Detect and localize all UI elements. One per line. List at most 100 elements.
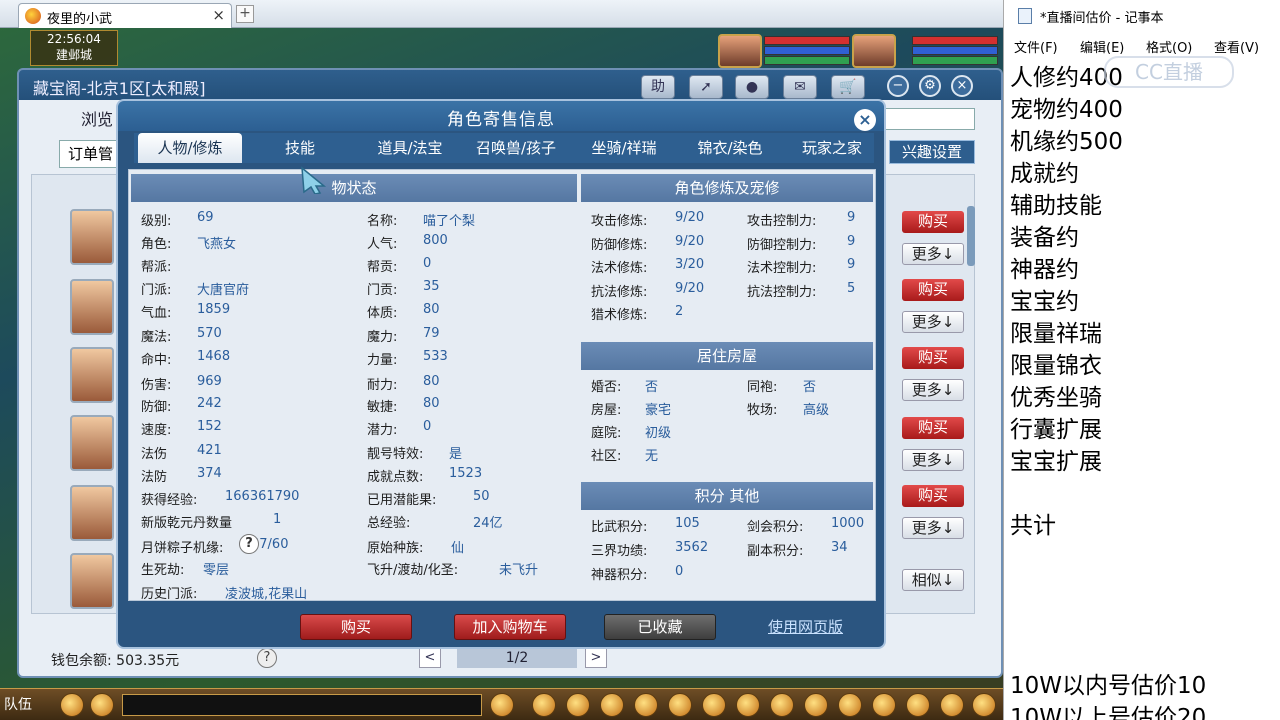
field-value: 79 <box>423 326 440 341</box>
notepad-title-bar: *直播间估价 - 记事本 <box>1004 0 1280 30</box>
scroll-icon[interactable] <box>736 693 760 717</box>
buy-button[interactable]: 购买 <box>902 347 964 369</box>
pet-portrait[interactable] <box>852 34 896 68</box>
buy-button[interactable]: 购买 <box>902 417 964 439</box>
menu-view[interactable]: 查看(V) <box>1214 37 1259 56</box>
chat-icon[interactable]: ✉ <box>783 75 817 99</box>
pet-mp-bar <box>912 46 998 55</box>
buy-button[interactable]: 购买 <box>902 279 964 301</box>
skill-icon[interactable] <box>668 693 692 717</box>
menu-format[interactable]: 格式(O) <box>1146 37 1192 56</box>
field-label: 法防 <box>141 470 168 485</box>
field-value: 3562 <box>675 540 709 555</box>
prev-page-icon[interactable]: < <box>419 648 441 668</box>
tab-items[interactable]: 道具/法宝 <box>358 133 462 163</box>
search-input[interactable] <box>879 108 975 130</box>
book-icon[interactable] <box>804 693 828 717</box>
more-button[interactable]: 更多↓ <box>902 517 964 539</box>
more-button[interactable]: 更多↓ <box>902 243 964 265</box>
tab-pets[interactable]: 召唤兽/孩子 <box>464 133 568 163</box>
guild-icon[interactable] <box>702 693 726 717</box>
close-icon[interactable]: × <box>212 6 225 24</box>
listing-avatar[interactable] <box>70 553 114 609</box>
help-icon[interactable]: ? <box>257 648 277 668</box>
close-icon[interactable]: × <box>951 75 973 97</box>
record-icon[interactable]: ● <box>735 75 769 99</box>
menu-file[interactable]: 文件(F) <box>1014 37 1058 56</box>
field-label: 魔力: <box>367 330 398 345</box>
help-icon[interactable]: ? <box>239 534 259 554</box>
bag-icon[interactable] <box>566 693 590 717</box>
field-value: 喵了个梨 <box>423 214 476 229</box>
more-button[interactable]: 更多↓ <box>902 311 964 333</box>
field-label: 成就点数: <box>367 470 424 485</box>
bell-icon[interactable] <box>770 693 794 717</box>
emote-icon[interactable] <box>90 693 114 717</box>
web-version-link[interactable]: 使用网页版 <box>768 616 843 637</box>
pet-icon[interactable] <box>490 693 514 717</box>
field-value: 800 <box>423 233 448 248</box>
task-icon[interactable] <box>634 693 658 717</box>
listing-avatar[interactable] <box>70 209 114 265</box>
mic-icon[interactable] <box>60 693 84 717</box>
field-label: 敏捷: <box>367 400 398 415</box>
field-value: 1859 <box>197 302 231 317</box>
listing-avatar[interactable] <box>70 347 114 403</box>
field-value: 未飞升 <box>499 563 539 578</box>
map-icon[interactable] <box>838 693 862 717</box>
field-label: 伤害: <box>141 378 172 393</box>
tab-mounts[interactable]: 坐骑/祥瑞 <box>572 133 676 163</box>
listing-avatar[interactable] <box>70 485 114 541</box>
notepad-line: 限量锦衣 <box>1010 353 1102 379</box>
notepad-line: 宝宝约 <box>1010 289 1079 315</box>
cart-icon[interactable]: 🛒 <box>831 75 865 99</box>
next-page-icon[interactable]: > <box>585 648 607 668</box>
field-label: 名称: <box>367 214 398 229</box>
similar-button[interactable]: 相似↓ <box>902 569 964 591</box>
buy-button[interactable]: 购买 <box>902 485 964 507</box>
buy-button[interactable]: 购买 <box>300 614 412 640</box>
tab-outfits[interactable]: 锦衣/染色 <box>678 133 782 163</box>
listing-avatar[interactable] <box>70 415 114 471</box>
pc-icon[interactable] <box>972 693 996 717</box>
field-value: 凌波城,花果山 <box>225 587 308 602</box>
buy-button[interactable]: 购买 <box>902 211 964 233</box>
field-value: 仙 <box>451 541 465 556</box>
favorited-button[interactable]: 已收藏 <box>604 614 716 640</box>
share-icon[interactable]: ➚ <box>689 75 723 99</box>
field-value: 1000 <box>831 516 865 531</box>
gift-icon[interactable] <box>600 693 624 717</box>
tab-player-home[interactable]: 玩家之家 <box>784 133 880 163</box>
field-label: 历史门派: <box>141 587 198 602</box>
tab-character[interactable]: 人物/修炼 <box>138 133 242 163</box>
notepad-text-area[interactable]: 人修约400 宠物约400 机缘约500 成就约 辅助技能 装备约 神器约 宝宝约 限量祥瑞 限量… <box>1010 58 1280 720</box>
listing-avatar[interactable] <box>70 279 114 335</box>
new-tab-button[interactable]: + <box>236 5 254 23</box>
browser-tab[interactable]: 夜里的小武 × <box>18 3 232 28</box>
tab-skills[interactable]: 技能 <box>250 133 350 163</box>
close-icon[interactable]: × <box>854 109 876 131</box>
field-label: 婚否: <box>591 380 622 395</box>
field-value: 533 <box>423 349 448 364</box>
field-value: 80 <box>423 374 440 389</box>
friend-icon[interactable] <box>906 693 930 717</box>
system-icon[interactable] <box>872 693 896 717</box>
browse-label[interactable]: 浏览 <box>81 106 113 130</box>
help-button[interactable]: 助 <box>641 75 675 99</box>
wallet-balance: 钱包余额: 503.35元 <box>51 653 180 669</box>
team-button[interactable]: 队伍 <box>4 694 32 714</box>
more-button[interactable]: 更多↓ <box>902 379 964 401</box>
shop-icon[interactable] <box>940 693 964 717</box>
field-value: 34 <box>831 540 848 555</box>
attack-icon[interactable] <box>532 693 556 717</box>
more-button[interactable]: 更多↓ <box>902 449 964 471</box>
notepad-menu-bar: 文件(F) 编辑(E) 格式(O) 查看(V) <box>1004 34 1280 56</box>
player-portrait[interactable] <box>718 34 762 68</box>
settings-icon[interactable]: ⚙ <box>919 75 941 97</box>
chat-input[interactable] <box>122 694 482 716</box>
interest-settings-button[interactable]: 兴趣设置 <box>889 140 975 164</box>
minimize-icon[interactable]: − <box>887 75 909 97</box>
list-scrollbar[interactable] <box>967 206 975 266</box>
menu-edit[interactable]: 编辑(E) <box>1080 37 1124 56</box>
add-to-cart-button[interactable]: 加入购物车 <box>454 614 566 640</box>
